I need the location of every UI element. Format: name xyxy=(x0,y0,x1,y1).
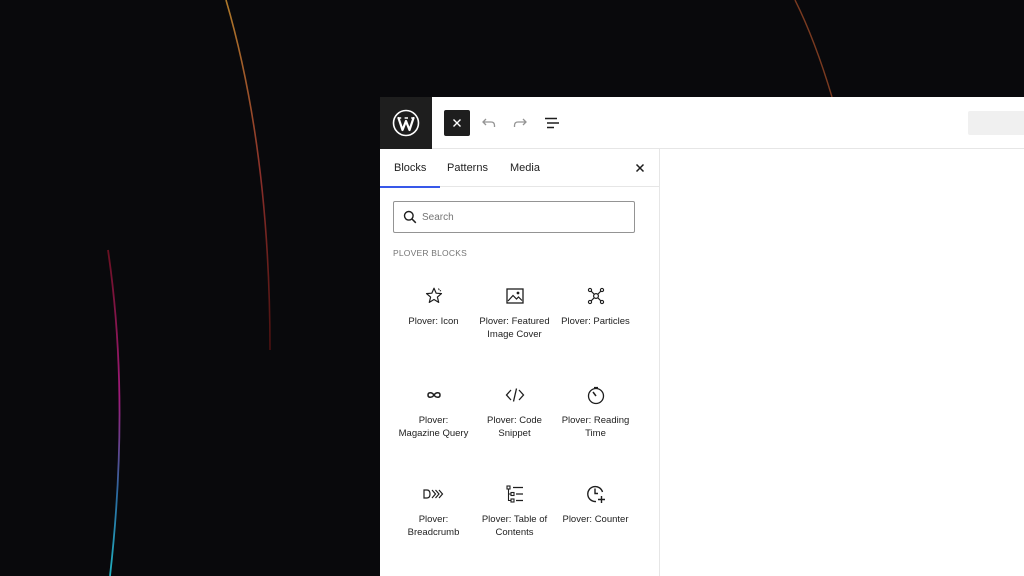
block-label: Plover: Table of Contents xyxy=(481,514,548,538)
close-panel-button[interactable] xyxy=(632,160,648,176)
code-icon xyxy=(503,383,527,407)
block-label: Plover: Icon xyxy=(408,316,459,327)
timer-icon xyxy=(584,383,608,407)
image-icon xyxy=(503,284,527,308)
redo-button[interactable] xyxy=(507,110,533,136)
inserter-tabs: Blocks Patterns Media xyxy=(379,149,660,188)
tab-media[interactable]: Media xyxy=(510,149,540,187)
block-search xyxy=(393,201,635,233)
block-item-breadcrumb[interactable]: Plover: Breadcrumb xyxy=(393,472,474,571)
block-grid: Plover: Icon Plover: Featured Image Cove… xyxy=(393,274,637,571)
block-item-featured-image-cover[interactable]: Plover: Featured Image Cover xyxy=(474,274,555,373)
block-item-icon[interactable]: Plover: Icon xyxy=(393,274,474,373)
document-overview-button[interactable] xyxy=(539,110,565,136)
star-icon xyxy=(422,284,446,308)
redo-icon xyxy=(513,118,527,127)
block-item-reading-time[interactable]: Plover: Reading Time xyxy=(555,373,636,472)
tab-blocks[interactable]: Blocks xyxy=(379,149,441,188)
block-item-magazine-query[interactable]: Plover: Magazine Query xyxy=(393,373,474,472)
block-label: Plover: Reading Time xyxy=(561,415,630,439)
editor-toolbar xyxy=(380,97,1024,149)
undo-button[interactable] xyxy=(476,110,502,136)
block-item-code-snippet[interactable]: Plover: Code Snippet xyxy=(474,373,555,472)
block-label: Plover: Particles xyxy=(561,316,630,327)
close-icon xyxy=(635,163,645,173)
loop-icon xyxy=(422,383,446,407)
block-label: Plover: Breadcrumb xyxy=(407,514,460,538)
document-overview-icon xyxy=(545,117,559,129)
close-icon xyxy=(453,119,461,127)
search-icon xyxy=(403,210,417,224)
block-inserter-panel: Blocks Patterns Media PLOVER BLOCKS xyxy=(379,149,660,576)
block-editor: Blocks Patterns Media PLOVER BLOCKS xyxy=(379,97,1024,576)
block-item-table-of-contents[interactable]: Plover: Table of Contents xyxy=(474,472,555,571)
wordpress-logo-icon[interactable] xyxy=(380,97,432,149)
publish-area-placeholder[interactable] xyxy=(968,111,1024,135)
search-input[interactable] xyxy=(422,202,622,232)
toc-icon xyxy=(503,482,527,506)
section-title: PLOVER BLOCKS xyxy=(393,248,467,258)
counter-icon xyxy=(584,482,608,506)
block-label: Plover: Magazine Query xyxy=(398,415,469,439)
undo-icon xyxy=(482,118,496,127)
tab-patterns[interactable]: Patterns xyxy=(447,149,488,187)
block-item-particles[interactable]: Plover: Particles xyxy=(555,274,636,373)
close-inserter-button[interactable] xyxy=(444,110,470,136)
block-label: Plover: Featured Image Cover xyxy=(479,316,550,340)
block-item-counter[interactable]: Plover: Counter xyxy=(555,472,636,571)
block-label: Plover: Counter xyxy=(562,514,629,525)
block-label: Plover: Code Snippet xyxy=(487,415,542,439)
editor-canvas[interactable] xyxy=(661,149,1024,576)
particles-icon xyxy=(584,284,608,308)
breadcrumb-icon xyxy=(422,482,446,506)
